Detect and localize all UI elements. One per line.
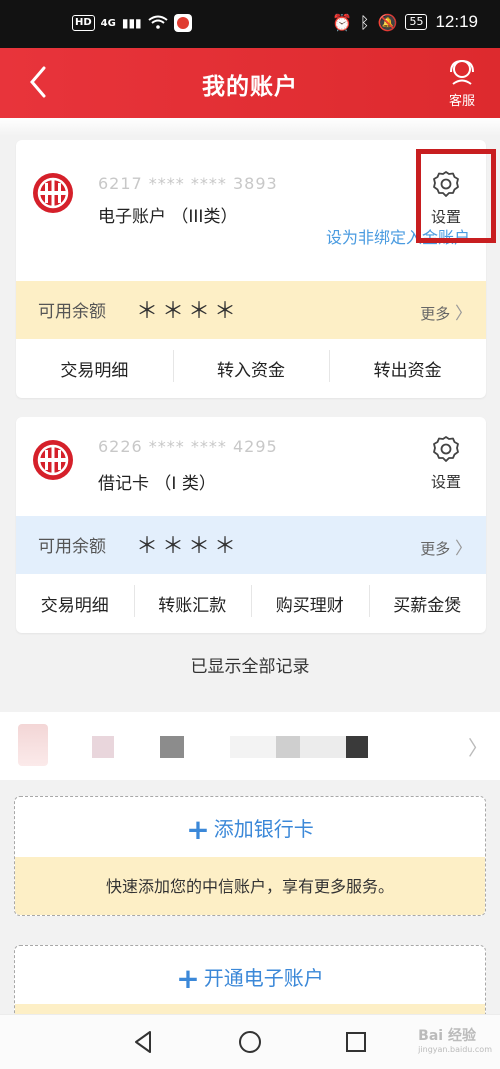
action-salary-fund[interactable]: 买薪金煲	[368, 584, 487, 617]
promo-blur-block	[160, 736, 184, 758]
add-bank-card-tip: 快速添加您的中信账户，享有更多服务。	[15, 857, 485, 915]
battery-indicator: 55	[405, 14, 428, 30]
promo-blur-block	[92, 736, 114, 758]
add-bank-card-box[interactable]: + 添加银行卡 快速添加您的中信账户，享有更多服务。	[14, 796, 486, 916]
header-shadow	[0, 118, 500, 136]
action-transaction-details[interactable]: 交易明细	[16, 356, 173, 381]
action-buy-wealth[interactable]: 购买理财	[251, 584, 369, 617]
promo-blur-block	[276, 736, 300, 758]
page-title: 我的账户	[202, 74, 298, 100]
balance-label: 可用余额	[38, 302, 106, 322]
promo-image	[18, 724, 48, 766]
chevron-right-icon: 〉	[455, 539, 472, 559]
customer-service-label: 客服	[448, 94, 475, 109]
debit-card: 6226 **** **** 4295 借记卡 （I 类） 设置 可用余额 ＊＊…	[16, 417, 486, 633]
plus-icon: +	[176, 962, 200, 995]
all-records-shown: 已显示全部记录	[190, 657, 310, 677]
app-header: 我的账户 客服	[0, 48, 500, 118]
bluetooth-icon: ᛒ	[359, 12, 370, 32]
mute-icon: 🔕	[377, 12, 398, 32]
account-type: 电子账户 （III类）	[98, 207, 238, 227]
wifi-icon	[148, 15, 168, 32]
plus-icon: +	[186, 813, 210, 846]
baidu-watermark: Bai 经验 jingyan.baidu.com	[418, 1028, 492, 1054]
settings-button[interactable]: 设置	[422, 170, 470, 227]
balance-hidden-value: ＊＊＊＊	[136, 299, 241, 324]
account-actions: 交易明细 转入资金 转出资金	[16, 339, 486, 397]
open-e-account-button[interactable]: + 开通电子账户	[15, 962, 485, 995]
action-transfer-remit[interactable]: 转账汇款	[133, 584, 252, 617]
promo-banner[interactable]: 〉	[0, 712, 500, 780]
open-e-account-box[interactable]: + 开通电子账户	[14, 945, 486, 1025]
status-right: ⏰ ᛒ 🔕 55 12:19	[332, 12, 478, 32]
add-bank-card-label: 添加银行卡	[213, 817, 314, 841]
nav-back-icon[interactable]	[130, 1029, 156, 1055]
settings-label: 设置	[430, 473, 461, 491]
customer-service-button[interactable]: 客服	[442, 58, 482, 109]
electronic-account-card: 6217 **** **** 3893 电子账户 （III类） 设置 设为非绑定…	[16, 140, 486, 398]
clock: 12:19	[435, 12, 478, 31]
account-number: 6217 **** **** 3893	[98, 174, 278, 193]
action-transfer-out[interactable]: 转出资金	[329, 349, 486, 382]
hd-badge: HD	[72, 15, 95, 31]
account-type: 借记卡 （I 类）	[98, 474, 216, 494]
more-button[interactable]: 更多 〉	[420, 299, 472, 324]
balance-hidden-value: ＊＊＊＊	[136, 534, 241, 559]
balance-label: 可用余额	[38, 537, 106, 557]
gear-icon	[433, 436, 459, 462]
status-bar: HD 4G ▮▮▮ ⏰ ᛒ 🔕 55 12:19	[0, 0, 500, 48]
gear-icon	[433, 171, 459, 197]
promo-blur-block	[346, 736, 368, 758]
citic-logo-icon	[33, 440, 73, 480]
promo-blur-block	[300, 736, 346, 758]
more-button[interactable]: 更多 〉	[420, 534, 472, 559]
more-label: 更多	[420, 540, 451, 558]
settings-button[interactable]: 设置	[422, 435, 470, 492]
account-number: 6226 **** **** 4295	[98, 437, 278, 456]
nav-recents-icon[interactable]	[343, 1029, 369, 1055]
more-label: 更多	[420, 305, 451, 323]
system-nav-bar: Bai 经验 jingyan.baidu.com	[0, 1014, 500, 1069]
network-badge: 4G	[100, 17, 116, 29]
headset-icon	[450, 59, 474, 85]
citic-logo-icon	[33, 173, 73, 213]
chevron-right-icon: 〉	[468, 736, 488, 760]
signal-icon: ▮▮▮	[121, 16, 142, 30]
balance-bar: 可用余额 ＊＊＊＊ 更多 〉	[16, 281, 486, 339]
balance-bar: 可用余额 ＊＊＊＊ 更多 〉	[16, 516, 486, 574]
promo-blur-block	[230, 736, 276, 758]
account-actions: 交易明细 转账汇款 购买理财 买薪金煲	[16, 574, 486, 632]
action-transaction-details[interactable]: 交易明细	[16, 591, 134, 616]
status-left: HD 4G ▮▮▮	[72, 14, 192, 32]
set-non-bound-link[interactable]: 设为非绑定入金账户	[326, 224, 470, 248]
chevron-right-icon: 〉	[455, 304, 472, 324]
open-e-account-label: 开通电子账户	[203, 966, 324, 990]
add-bank-card-button[interactable]: + 添加银行卡	[15, 813, 485, 846]
alarm-icon: ⏰	[332, 12, 352, 32]
app-notification-icon	[173, 14, 192, 32]
action-transfer-in[interactable]: 转入资金	[172, 349, 330, 382]
nav-home-icon[interactable]	[237, 1029, 263, 1055]
